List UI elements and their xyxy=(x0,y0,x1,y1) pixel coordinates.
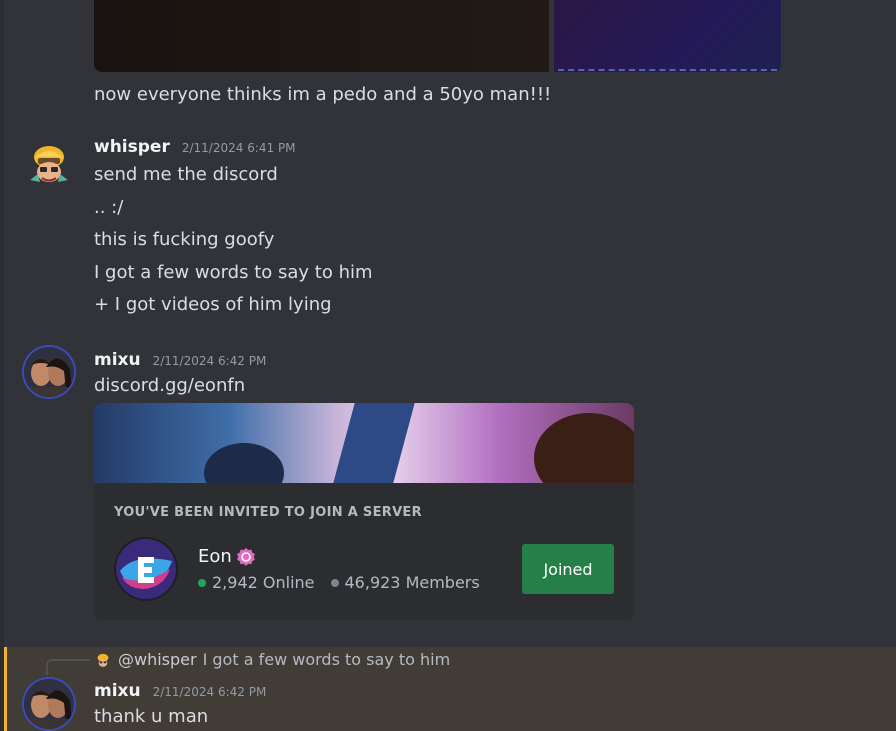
eon-server-icon[interactable] xyxy=(114,537,178,601)
joined-button[interactable]: Joined xyxy=(522,544,614,594)
reply-preview[interactable]: @whisper I got a few words to say to him xyxy=(94,650,450,669)
message-text: + I got videos of him lying xyxy=(94,294,332,315)
timestamp: 2/11/2024 6:42 PM xyxy=(152,685,267,699)
whisper-avatar-icon xyxy=(94,651,112,669)
mixu-avatar-icon[interactable] xyxy=(24,679,74,729)
message-text: send me the discord xyxy=(94,164,278,185)
username[interactable]: whisper xyxy=(94,137,170,157)
message-text: now everyone thinks im a pedo and a 50yo… xyxy=(94,84,552,105)
left-edge xyxy=(0,0,4,731)
message-text: I got a few words to say to him xyxy=(94,262,373,283)
reply-username[interactable]: @whisper xyxy=(118,650,197,669)
username[interactable]: mixu xyxy=(94,350,141,370)
online-dot-icon xyxy=(198,578,206,587)
server-invite-card: YOU'VE BEEN INVITED TO JOIN A SERVER Eon… xyxy=(94,483,634,620)
partner-verified-icon xyxy=(236,547,256,567)
image-attachment-group[interactable] xyxy=(94,0,781,72)
member-count: 46,923 Members xyxy=(344,573,480,592)
message-text: .. :/ xyxy=(94,197,124,218)
message-text: this is fucking goofy xyxy=(94,229,275,250)
timestamp: 2/11/2024 6:41 PM xyxy=(181,141,296,155)
image-attachment[interactable] xyxy=(554,0,781,72)
members-dot-icon xyxy=(330,578,339,587)
message-header: mixu 2/11/2024 6:42 PM xyxy=(94,350,266,370)
image-attachment[interactable] xyxy=(94,0,549,72)
server-stats: 2,942 Online 46,923 Members xyxy=(198,573,480,592)
server-name[interactable]: Eon xyxy=(198,546,232,567)
timestamp: 2/11/2024 6:42 PM xyxy=(152,354,267,368)
invite-banner-image xyxy=(94,403,634,483)
message-header: whisper 2/11/2024 6:41 PM xyxy=(94,137,296,157)
message-text: discord.gg/eonfn xyxy=(94,375,246,396)
message-header: mixu 2/11/2024 6:42 PM xyxy=(94,681,266,701)
message-text: thank u man xyxy=(94,706,209,727)
whisper-avatar-icon[interactable] xyxy=(24,138,74,188)
online-count: 2,942 Online xyxy=(212,573,315,592)
mention-highlight-bar xyxy=(4,647,7,731)
username[interactable]: mixu xyxy=(94,681,141,701)
mixu-avatar-icon[interactable] xyxy=(24,347,74,397)
reply-text[interactable]: I got a few words to say to him xyxy=(203,650,451,669)
invite-label: YOU'VE BEEN INVITED TO JOIN A SERVER xyxy=(114,505,422,520)
reply-connector xyxy=(46,659,90,675)
